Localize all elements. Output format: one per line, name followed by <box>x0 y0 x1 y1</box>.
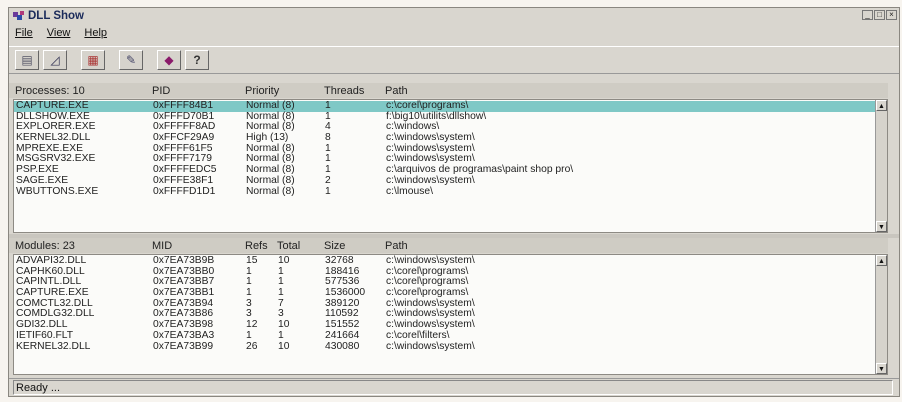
dllshow-window: DLL Show _ □ × File View Help ▤ ◿ ▦ ✎ ◆ … <box>8 7 900 397</box>
help-button[interactable]: ? <box>185 50 209 70</box>
draw-icon: ◿ <box>50 53 60 67</box>
menu-bar: File View Help <box>13 26 109 42</box>
module-refs: 26 <box>246 340 258 352</box>
process-priority: Normal (8) <box>246 174 295 186</box>
status-bar: Ready ... <box>9 378 899 396</box>
layout-button[interactable]: ▦ <box>81 50 105 70</box>
process-row[interactable]: DLLSHOW.EXE 0xFFFD70B1 Normal (8) 1 f:\big10… <box>14 111 887 123</box>
size-column-header[interactable]: Size <box>324 240 345 252</box>
status-text: Ready ... <box>13 380 893 395</box>
scroll-down-arrow-icon[interactable]: ▼ <box>876 221 887 232</box>
process-pid: 0xFFFE38F1 <box>153 174 214 186</box>
modules-header: Modules: 23 MID Refs Total Size Path <box>9 238 888 253</box>
title-bar[interactable]: DLL Show _ □ × <box>9 8 899 24</box>
book-button[interactable]: ◆ <box>157 50 181 70</box>
module-path: c:\windows\system\ <box>386 340 475 352</box>
scroll-up-arrow-icon[interactable]: ▲ <box>876 100 887 111</box>
process-name: WBUTTONS.EXE <box>16 185 99 197</box>
help-icon: ? <box>193 53 201 67</box>
edit-tool-icon: ✎ <box>125 53 137 67</box>
layout-icon: ▦ <box>87 53 99 67</box>
modules-count[interactable]: Modules: 23 <box>15 240 75 252</box>
process-pid: 0xFFFFD1D1 <box>153 185 216 197</box>
scroll-down-arrow-icon[interactable]: ▼ <box>876 363 887 374</box>
processes-list[interactable]: CAPTURE.EXE 0xFFFF84B1 Normal (8) 1 c:\corel… <box>13 99 888 233</box>
module-total: 1 <box>278 329 284 341</box>
module-total: 10 <box>278 340 290 352</box>
module-size: 430080 <box>325 340 360 352</box>
module-mid: 0x7EA73BA3 <box>153 329 215 341</box>
book-icon: ◆ <box>164 53 174 67</box>
maximize-button[interactable]: □ <box>874 10 885 20</box>
module-row[interactable]: KERNEL32.DLL 0x7EA73B99 26 10 430080 c:\windo… <box>14 340 887 353</box>
process-path: c:\windows\system\ <box>386 174 475 186</box>
modules-scrollbar[interactable]: ▲ ▼ <box>875 255 887 374</box>
mid-column-header[interactable]: MID <box>152 240 172 252</box>
process-threads: 2 <box>325 174 331 186</box>
process-path: c:\lmouse\ <box>386 185 433 197</box>
module-path: c:\corel\filters\ <box>386 329 450 341</box>
threads-column-header[interactable]: Threads <box>324 85 364 97</box>
module-name: KERNEL32.DLL <box>16 340 91 352</box>
scroll-up-arrow-icon[interactable]: ▲ <box>876 255 887 266</box>
refs-column-header[interactable]: Refs <box>245 240 268 252</box>
path-column-header[interactable]: Path <box>385 85 408 97</box>
pid-column-header[interactable]: PID <box>152 85 170 97</box>
process-priority: Normal (8) <box>246 185 295 197</box>
close-button[interactable]: × <box>886 10 897 20</box>
properties-icon: ▤ <box>21 53 33 67</box>
edit-tool-button[interactable]: ✎ <box>119 50 143 70</box>
draw-button[interactable]: ◿ <box>43 50 67 70</box>
module-name: IETIF60.FLT <box>16 329 74 341</box>
process-threads: 1 <box>325 185 331 197</box>
dllshow-app-icon <box>13 11 24 20</box>
processes-count[interactable]: Processes: 10 <box>15 85 85 97</box>
modules-list[interactable]: ADVAPI32.DLL 0x7EA73B9B 15 10 32768 c:\window… <box>13 254 888 375</box>
process-row[interactable]: SAGE.EXE 0xFFFE38F1 Normal (8) 2 c:\windows\… <box>14 174 887 187</box>
module-row[interactable]: GDI32.DLL 0x7EA73B98 12 10 151552 c:\windows\… <box>14 319 887 331</box>
module-mid: 0x7EA73B99 <box>153 340 214 352</box>
priority-column-header[interactable]: Priority <box>245 85 279 97</box>
properties-button[interactable]: ▤ <box>15 50 39 70</box>
process-name: SAGE.EXE <box>16 174 69 186</box>
module-row[interactable]: IETIF60.FLT 0x7EA73BA3 1 1 241664 c:\corel\fi… <box>14 329 887 342</box>
toolbar: ▤ ◿ ▦ ✎ ◆ ? <box>9 46 899 74</box>
module-refs: 1 <box>246 329 252 341</box>
processes-scrollbar[interactable]: ▲ ▼ <box>875 100 887 232</box>
modules-path-column-header[interactable]: Path <box>385 240 408 252</box>
window-title: DLL Show <box>28 10 85 22</box>
menu-help[interactable]: Help <box>82 26 109 42</box>
menu-file[interactable]: File <box>13 26 35 42</box>
minimize-button[interactable]: _ <box>862 10 873 20</box>
total-column-header[interactable]: Total <box>277 240 300 252</box>
menu-view[interactable]: View <box>45 26 73 42</box>
processes-header: Processes: 10 PID Priority Threads Path <box>9 83 888 98</box>
process-row[interactable]: WBUTTONS.EXE 0xFFFFD1D1 Normal (8) 1 c:\lmou… <box>14 185 887 198</box>
module-size: 241664 <box>325 329 360 341</box>
